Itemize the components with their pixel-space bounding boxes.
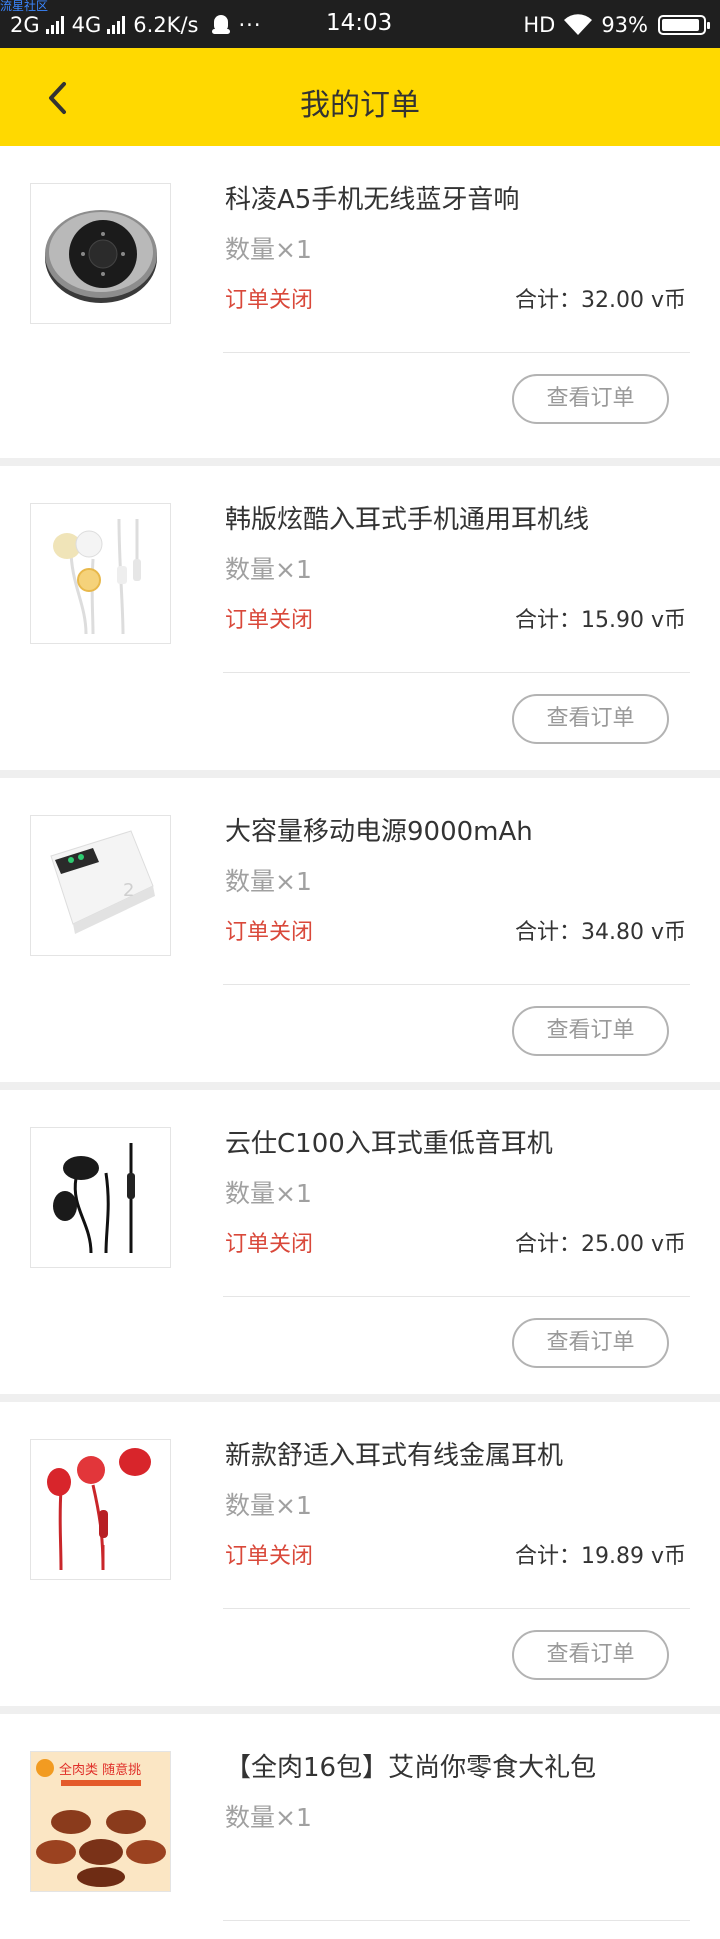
order-status: 订单关闭 <box>225 608 314 633</box>
product-thumbnail[interactable] <box>30 1127 171 1268</box>
view-order-button[interactable]: 查看订单 <box>512 1006 669 1056</box>
order-total: 合计：15.90 v币 <box>515 608 686 633</box>
quantity-label: 数量×1 <box>225 1803 312 1832</box>
order-card: 韩版炫酷入耳式手机通用耳机线 数量×1 订单关闭 合计：15.90 v币 查看订… <box>0 458 720 770</box>
view-order-button[interactable]: 查看订单 <box>512 374 669 424</box>
network-speed: 6.2K/s <box>133 13 199 37</box>
product-thumbnail[interactable] <box>30 1439 171 1580</box>
qq-icon <box>212 15 231 35</box>
snack-banner-text: 全肉类 随意挑 <box>59 1762 141 1778</box>
clock: 14:03 <box>326 10 393 36</box>
order-total: 合计：32.00 v币 <box>515 288 686 313</box>
header-bar: 我的订单 <box>0 48 720 146</box>
view-order-button[interactable]: 查看订单 <box>512 1318 669 1368</box>
divider <box>223 1920 690 1921</box>
order-total: 合计：34.80 v币 <box>515 920 686 945</box>
order-card: 2 大容量移动电源9000mAh 数量×1 订单关闭 合计：34.80 v币 查… <box>0 770 720 1082</box>
divider <box>223 984 690 985</box>
product-title[interactable]: 云仕C100入耳式重低音耳机 <box>225 1123 553 1160</box>
wifi-icon <box>564 14 593 36</box>
network-4g-label: 4G <box>71 13 102 37</box>
order-total: 合计：25.00 v币 <box>515 1232 686 1257</box>
product-title[interactable]: 大容量移动电源9000mAh <box>225 811 533 848</box>
page-title: 我的订单 <box>300 88 420 123</box>
snack-pack-image: 全肉类 随意挑 <box>31 1752 170 1891</box>
battery-percent: 93% <box>601 13 648 37</box>
status-left: 2G 4G 6.2K/s ··· <box>10 11 268 39</box>
network-2g-label: 2G <box>10 13 40 37</box>
order-card: 全肉类 随意挑 【全肉16包】艾尚你零食大礼包 数量×1 <box>0 1706 720 1939</box>
quantity-label: 数量×1 <box>225 1491 312 1520</box>
red-earphones-image <box>47 1448 151 1571</box>
divider <box>223 352 690 353</box>
quantity-label: 数量×1 <box>225 1179 312 1208</box>
product-thumbnail[interactable] <box>30 503 171 644</box>
signal-icon <box>45 16 66 34</box>
quantity-label: 数量×1 <box>225 235 312 264</box>
product-thumbnail[interactable]: 全肉类 随意挑 <box>30 1751 171 1892</box>
signal-icon <box>107 16 127 34</box>
order-total: 合计：19.89 v币 <box>515 1544 686 1569</box>
order-status: 订单关闭 <box>225 1232 314 1257</box>
product-thumbnail[interactable] <box>30 183 171 324</box>
divider <box>223 672 690 673</box>
product-title[interactable]: 新款舒适入耳式有线金属耳机 <box>225 1435 563 1472</box>
product-thumbnail[interactable]: 2 <box>30 815 171 956</box>
quantity-label: 数量×1 <box>225 867 312 896</box>
order-status: 订单关闭 <box>225 1544 314 1569</box>
battery-icon <box>658 15 710 35</box>
black-earphones-image <box>53 1143 135 1254</box>
order-card: 新款舒适入耳式有线金属耳机 数量×1 订单关闭 合计：19.89 v币 查看订单 <box>0 1394 720 1706</box>
view-order-button[interactable]: 查看订单 <box>512 694 669 744</box>
hd-label: HD <box>523 13 556 37</box>
svg-text:2: 2 <box>123 880 134 901</box>
power-bank-image: 2 <box>50 830 155 934</box>
status-right: HD 93% <box>523 11 710 39</box>
order-card: 云仕C100入耳式重低音耳机 数量×1 订单关闭 合计：25.00 v币 查看订… <box>0 1082 720 1394</box>
orders-page: 流星社区 2G 4G 6.2K/s ··· 14:03 HD 93% 我的订单 <box>0 0 720 1939</box>
speaker-image <box>45 210 157 303</box>
order-list: 科凌A5手机无线蓝牙音响 数量×1 订单关闭 合计：32.00 v币 查看订单 <box>0 146 720 1939</box>
divider <box>223 1608 690 1609</box>
status-bar: 流星社区 2G 4G 6.2K/s ··· 14:03 HD 93% <box>0 0 720 48</box>
product-title[interactable]: 韩版炫酷入耳式手机通用耳机线 <box>225 499 589 536</box>
divider <box>223 1296 690 1297</box>
product-title[interactable]: 科凌A5手机无线蓝牙音响 <box>225 179 519 216</box>
product-title[interactable]: 【全肉16包】艾尚你零食大礼包 <box>225 1747 596 1784</box>
order-card: 科凌A5手机无线蓝牙音响 数量×1 订单关闭 合计：32.00 v币 查看订单 <box>0 146 720 458</box>
quantity-label: 数量×1 <box>225 555 312 584</box>
more-notifications-icon: ··· <box>238 13 262 37</box>
earphones-image <box>53 518 141 635</box>
view-order-button[interactable]: 查看订单 <box>512 1630 669 1680</box>
order-status: 订单关闭 <box>225 920 314 945</box>
order-status: 订单关闭 <box>225 288 314 313</box>
